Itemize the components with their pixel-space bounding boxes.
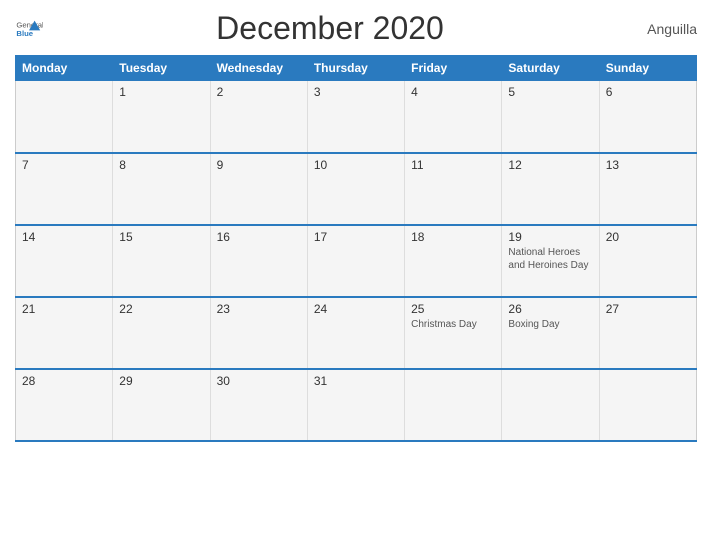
country-label: Anguilla [617,21,697,37]
calendar-cell: 6 [599,81,696,153]
day-number: 2 [217,85,301,99]
calendar-cell: 4 [405,81,502,153]
calendar-cell: 29 [113,369,210,441]
logo: General Blue [15,15,43,43]
calendar-cell: 22 [113,297,210,369]
day-number: 4 [411,85,495,99]
day-number: 17 [314,230,398,244]
day-number: 31 [314,374,398,388]
day-number: 10 [314,158,398,172]
day-number: 1 [119,85,203,99]
col-wednesday: Wednesday [210,56,307,81]
calendar-cell: 3 [307,81,404,153]
calendar-cell [599,369,696,441]
calendar-cell: 2 [210,81,307,153]
calendar-event: National Heroes and Heroines Day [508,246,592,272]
col-monday: Monday [16,56,113,81]
calendar-cell [502,369,599,441]
day-number: 28 [22,374,106,388]
calendar-cell: 7 [16,153,113,225]
day-number: 7 [22,158,106,172]
day-number: 23 [217,302,301,316]
day-number: 21 [22,302,106,316]
calendar-cell: 8 [113,153,210,225]
calendar-cell: 10 [307,153,404,225]
day-number: 3 [314,85,398,99]
calendar-cell: 13 [599,153,696,225]
calendar-week-row: 789 10 11 12 13 [16,153,697,225]
col-tuesday: Tuesday [113,56,210,81]
calendar-cell: 9 [210,153,307,225]
day-number: 12 [508,158,592,172]
day-number: 19 [508,230,592,244]
day-number: 24 [314,302,398,316]
calendar-event: Christmas Day [411,318,495,331]
day-number: 16 [217,230,301,244]
calendar-cell: 18 [405,225,502,297]
calendar-cell: 24 [307,297,404,369]
calendar-cell: 12 [502,153,599,225]
calendar-cell [405,369,502,441]
day-number: 26 [508,302,592,316]
day-number: 22 [119,302,203,316]
calendar-week-row: 123456 [16,81,697,153]
day-number: 30 [217,374,301,388]
day-number: 11 [411,158,495,172]
calendar-cell: 17 [307,225,404,297]
page-title: December 2020 [43,10,617,47]
calendar-cell: 21 [16,297,113,369]
svg-text:General: General [16,20,43,29]
calendar-cell: 5 [502,81,599,153]
calendar-cell: 14 [16,225,113,297]
day-number: 6 [606,85,690,99]
calendar-cell: 11 [405,153,502,225]
calendar-cell [16,81,113,153]
calendar-cell: 23 [210,297,307,369]
calendar-cell: 25 Christmas Day [405,297,502,369]
day-number: 8 [119,158,203,172]
logo-icon: General Blue [15,15,43,43]
calendar-page: General Blue December 2020 Anguilla Mond… [0,0,712,550]
day-number: 14 [22,230,106,244]
col-saturday: Saturday [502,56,599,81]
day-number: 20 [606,230,690,244]
calendar-cell: 16 [210,225,307,297]
calendar-header-row: Monday Tuesday Wednesday Thursday Friday… [16,56,697,81]
calendar-cell: 26 Boxing Day [502,297,599,369]
calendar-cell: 19 National Heroes and Heroines Day [502,225,599,297]
col-sunday: Sunday [599,56,696,81]
calendar-cell: 30 [210,369,307,441]
col-thursday: Thursday [307,56,404,81]
calendar-table: Monday Tuesday Wednesday Thursday Friday… [15,55,697,442]
day-number: 15 [119,230,203,244]
calendar-week-row: 21 22 23 24 25 Christmas Day 26 Boxing Day 27 [16,297,697,369]
calendar-cell: 15 [113,225,210,297]
day-number: 9 [217,158,301,172]
calendar-week-row: 28 29 30 31 [16,369,697,441]
day-number: 29 [119,374,203,388]
calendar-event: Boxing Day [508,318,592,331]
day-number: 18 [411,230,495,244]
calendar-cell: 27 [599,297,696,369]
calendar-cell: 31 [307,369,404,441]
day-number: 25 [411,302,495,316]
calendar-week-row: 14 15 16 17 18 19 National Heroes and Heroines… [16,225,697,297]
header: General Blue December 2020 Anguilla [15,10,697,47]
calendar-cell: 20 [599,225,696,297]
calendar-cell: 1 [113,81,210,153]
col-friday: Friday [405,56,502,81]
day-number: 5 [508,85,592,99]
day-number: 13 [606,158,690,172]
calendar-cell: 28 [16,369,113,441]
day-number: 27 [606,302,690,316]
